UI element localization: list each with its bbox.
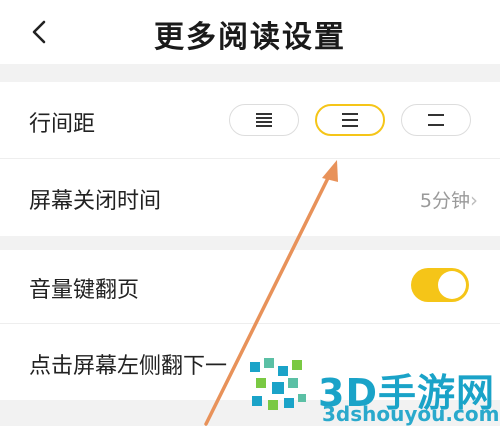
chevron-right-icon: › <box>470 188 478 212</box>
screen-off-label: 屏幕关闭时间 <box>29 189 162 214</box>
watermark-url: 3dshouyou.com <box>322 402 500 426</box>
volume-page-toggle[interactable] <box>411 268 469 302</box>
tap-left-label: 点击屏幕左侧翻下一 <box>29 354 228 379</box>
page-title: 更多阅读设置 <box>154 20 346 55</box>
spacing-large-icon <box>428 114 444 126</box>
watermark-logo-icon <box>250 358 306 410</box>
spacing-small-icon <box>256 113 272 127</box>
toggle-knob <box>438 271 466 299</box>
spacing-medium-button[interactable] <box>315 104 385 136</box>
spacing-medium-icon <box>342 113 358 127</box>
spacing-large-button[interactable] <box>401 104 471 136</box>
header-bar: 更多阅读设置 <box>0 0 500 64</box>
line-spacing-label: 行间距 <box>29 112 96 137</box>
screen-off-value: 5分钟 <box>419 190 470 212</box>
spacing-small-button[interactable] <box>229 104 299 136</box>
volume-page-label: 音量键翻页 <box>29 278 140 303</box>
